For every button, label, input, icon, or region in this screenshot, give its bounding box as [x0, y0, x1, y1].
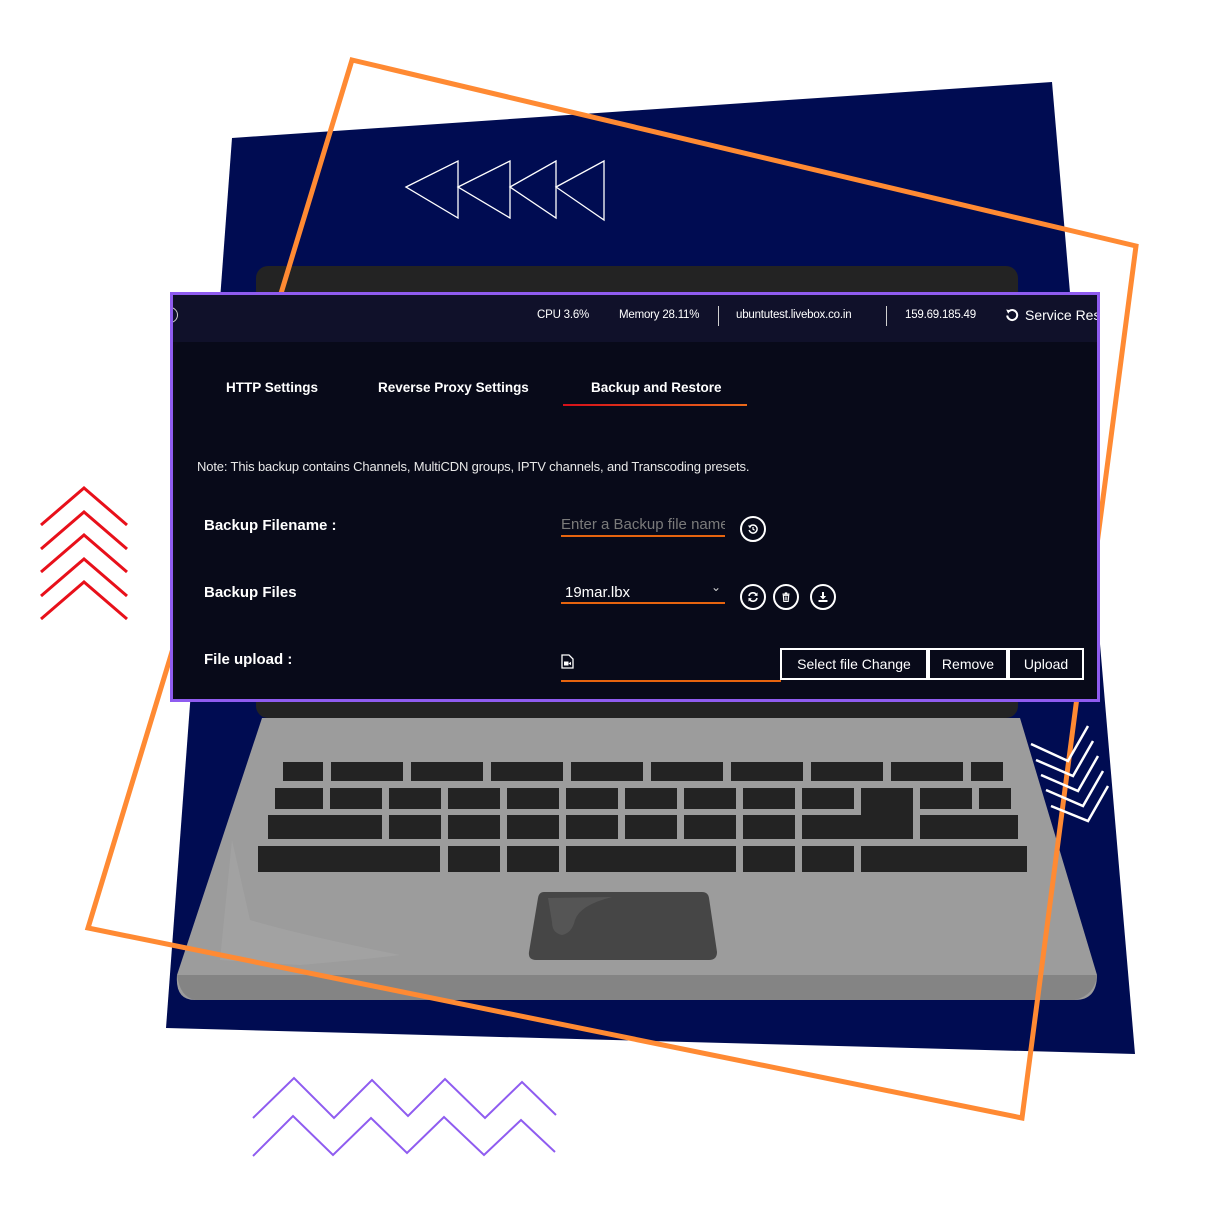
delete-backup-button[interactable] [773, 584, 799, 610]
divider [886, 306, 887, 326]
tab-reverse-proxy-settings[interactable]: Reverse Proxy Settings [378, 380, 529, 395]
refresh-backups-button[interactable] [740, 584, 766, 610]
select-file-button[interactable]: Select file Change [780, 648, 928, 680]
top-status-bar: CPU 3.6% Memory 28.11% ubuntutest.livebo… [173, 295, 1097, 342]
backup-note: Note: This backup contains Channels, Mul… [197, 459, 750, 474]
cpu-usage: CPU 3.6% [537, 309, 590, 321]
app-window: CPU 3.6% Memory 28.11% ubuntutest.livebo… [170, 292, 1100, 702]
divider [718, 306, 719, 326]
tab-backup-and-restore[interactable]: Backup and Restore [591, 380, 722, 395]
backup-filename-input[interactable] [561, 513, 725, 537]
chevron-down-icon: ⌄ [710, 580, 721, 594]
backup-restore-panel: HTTP Settings Reverse Proxy Settings Bac… [176, 342, 1097, 699]
upload-file-button[interactable]: Upload [1008, 648, 1084, 680]
trash-icon [782, 592, 790, 603]
backup-files-label: Backup Files [204, 584, 297, 601]
backup-files-selected: 19mar.lbx [565, 584, 631, 601]
hostname: ubuntutest.livebox.co.in [736, 309, 852, 321]
tab-http-settings[interactable]: HTTP Settings [226, 380, 318, 395]
menu-toggle-icon[interactable] [173, 307, 178, 323]
file-upload-underline [561, 680, 781, 682]
memory-usage: Memory 28.11% [619, 309, 700, 321]
service-restart-label: Service Res [1025, 307, 1100, 323]
backup-filename-label: Backup Filename : [204, 517, 337, 534]
service-restart-button[interactable]: Service Res [1005, 307, 1100, 323]
ip-address: 159.69.185.49 [905, 309, 976, 321]
backup-create-icon [748, 524, 758, 534]
laptop-keyboard [258, 762, 1027, 872]
remove-file-button[interactable]: Remove [928, 648, 1008, 680]
video-file-icon [561, 654, 574, 674]
active-tab-indicator [563, 404, 747, 406]
download-icon [818, 592, 828, 602]
trackpad [528, 892, 717, 960]
create-backup-button[interactable] [740, 516, 766, 542]
purple-zigzag-decoration [252, 1076, 557, 1157]
restart-icon [1006, 309, 1019, 322]
file-upload-label: File upload : [204, 651, 293, 668]
backup-files-select[interactable]: 19mar.lbx ⌄ [561, 580, 725, 604]
refresh-icon [748, 592, 758, 602]
download-backup-button[interactable] [810, 584, 836, 610]
red-chevrons-decoration [40, 486, 128, 621]
